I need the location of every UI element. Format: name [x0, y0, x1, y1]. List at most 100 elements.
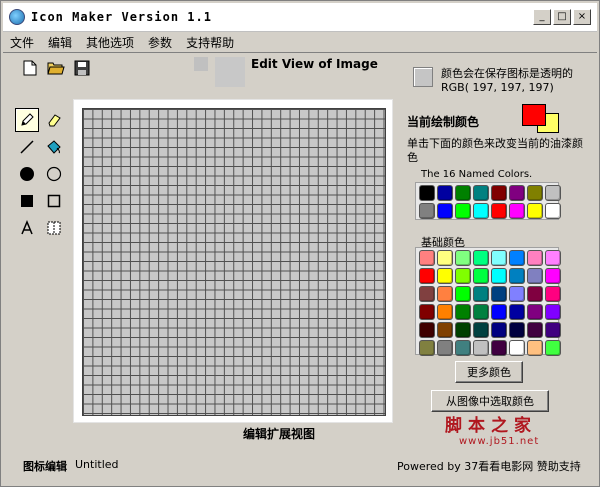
- color-swatch[interactable]: [545, 304, 561, 320]
- color-swatch[interactable]: [545, 185, 561, 201]
- color-swatch[interactable]: [419, 322, 435, 338]
- color-swatch[interactable]: [455, 185, 471, 201]
- color-swatch[interactable]: [437, 268, 453, 284]
- color-swatch[interactable]: [455, 286, 471, 302]
- color-swatch[interactable]: [437, 185, 453, 201]
- title-bar: Icon Maker Version 1.1 _ □ ×: [3, 3, 597, 32]
- edit-view-title: Edit View of Image: [251, 57, 378, 71]
- color-swatch[interactable]: [437, 203, 453, 219]
- select-tool[interactable]: [42, 216, 66, 240]
- color-swatch[interactable]: [527, 286, 543, 302]
- current-color-label: 当前绘制颜色: [407, 115, 480, 129]
- color-swatch[interactable]: [455, 203, 471, 219]
- color-swatch[interactable]: [437, 340, 453, 356]
- color-swatch[interactable]: [509, 185, 525, 201]
- color-swatch[interactable]: [455, 250, 471, 266]
- color-swatch[interactable]: [473, 340, 489, 356]
- color-swatch[interactable]: [491, 304, 507, 320]
- color-swatch[interactable]: [491, 340, 507, 356]
- open-file-button[interactable]: [47, 59, 65, 77]
- line-tool[interactable]: [15, 135, 39, 159]
- color-swatch[interactable]: [473, 250, 489, 266]
- color-swatch[interactable]: [473, 286, 489, 302]
- pencil-tool[interactable]: [15, 108, 39, 132]
- color-swatch[interactable]: [527, 304, 543, 320]
- ellipse-tool[interactable]: [42, 162, 66, 186]
- color-swatch[interactable]: [491, 185, 507, 201]
- color-swatch[interactable]: [491, 203, 507, 219]
- menu-other-options[interactable]: 其他选项: [79, 34, 141, 51]
- color-swatch[interactable]: [473, 185, 489, 201]
- menu-file[interactable]: 文件: [3, 34, 41, 51]
- text-tool[interactable]: [15, 216, 39, 240]
- color-swatch[interactable]: [527, 322, 543, 338]
- color-swatch[interactable]: [509, 268, 525, 284]
- color-swatch[interactable]: [473, 304, 489, 320]
- color-swatch[interactable]: [545, 340, 561, 356]
- pixel-edit-grid[interactable]: [82, 108, 386, 416]
- menu-parameters[interactable]: 参数: [141, 34, 179, 51]
- transparent-color-text: 颜色会在保存图标是透明的 RGB( 197, 197, 197): [441, 67, 573, 94]
- color-swatch[interactable]: [545, 286, 561, 302]
- minimize-button[interactable]: _: [533, 9, 551, 25]
- filled-rectangle-tool[interactable]: [15, 189, 39, 213]
- color-swatch[interactable]: [455, 304, 471, 320]
- color-swatch[interactable]: [527, 203, 543, 219]
- color-swatch[interactable]: [419, 286, 435, 302]
- color-swatch[interactable]: [509, 340, 525, 356]
- color-swatch[interactable]: [509, 250, 525, 266]
- color-swatch[interactable]: [509, 203, 525, 219]
- color-swatch[interactable]: [509, 322, 525, 338]
- color-swatch[interactable]: [437, 322, 453, 338]
- more-colors-button[interactable]: 更多颜色: [455, 361, 523, 383]
- new-file-button[interactable]: [21, 59, 39, 77]
- maximize-button[interactable]: □: [553, 9, 571, 25]
- color-swatch[interactable]: [473, 268, 489, 284]
- menu-edit[interactable]: 编辑: [41, 34, 79, 51]
- color-swatch[interactable]: [419, 304, 435, 320]
- color-swatch[interactable]: [491, 286, 507, 302]
- color-swatch[interactable]: [419, 340, 435, 356]
- open-folder-icon: [47, 62, 65, 75]
- pick-color-from-image-button[interactable]: 从图像中选取颜色: [431, 390, 549, 412]
- color-swatch[interactable]: [527, 250, 543, 266]
- line-icon: [20, 140, 34, 154]
- color-swatch[interactable]: [437, 304, 453, 320]
- close-button[interactable]: ×: [573, 9, 591, 25]
- color-swatch[interactable]: [473, 203, 489, 219]
- color-swatch[interactable]: [509, 286, 525, 302]
- basic-colors-palette: [415, 247, 561, 356]
- color-swatch[interactable]: [419, 203, 435, 219]
- color-swatch[interactable]: [455, 322, 471, 338]
- eraser-tool[interactable]: [42, 108, 66, 132]
- color-swatch[interactable]: [509, 304, 525, 320]
- rectangle-tool[interactable]: [42, 189, 66, 213]
- color-swatch[interactable]: [419, 250, 435, 266]
- color-swatch[interactable]: [455, 268, 471, 284]
- color-swatch[interactable]: [545, 268, 561, 284]
- color-swatch[interactable]: [491, 322, 507, 338]
- filled-ellipse-tool[interactable]: [15, 162, 39, 186]
- fill-tool[interactable]: [42, 135, 66, 159]
- color-swatch[interactable]: [491, 250, 507, 266]
- color-swatch[interactable]: [473, 322, 489, 338]
- color-swatch[interactable]: [527, 268, 543, 284]
- icon-preview-large: [215, 57, 245, 87]
- tool-palette: [15, 108, 66, 240]
- color-swatch[interactable]: [545, 250, 561, 266]
- new-file-icon: [23, 60, 37, 76]
- color-swatch[interactable]: [437, 286, 453, 302]
- color-swatch[interactable]: [437, 250, 453, 266]
- color-swatch[interactable]: [545, 203, 561, 219]
- transparent-color-swatch[interactable]: [413, 67, 433, 87]
- color-swatch[interactable]: [527, 185, 543, 201]
- current-foreground-color[interactable]: [522, 104, 546, 126]
- menu-help[interactable]: 支持帮助: [179, 34, 241, 51]
- color-swatch[interactable]: [491, 268, 507, 284]
- color-swatch[interactable]: [545, 322, 561, 338]
- color-swatch[interactable]: [419, 268, 435, 284]
- save-button[interactable]: [73, 59, 91, 77]
- color-swatch[interactable]: [455, 340, 471, 356]
- color-swatch[interactable]: [419, 185, 435, 201]
- color-swatch[interactable]: [527, 340, 543, 356]
